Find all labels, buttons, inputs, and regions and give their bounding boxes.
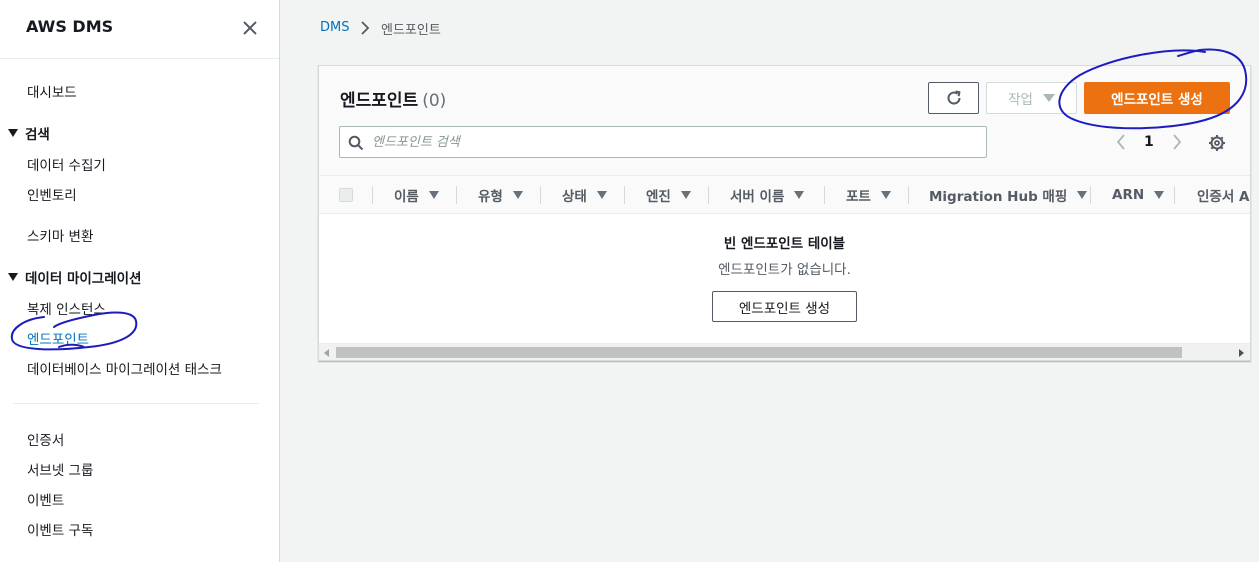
column-divider [824,186,825,204]
column-header-status[interactable]: 상태 [562,176,607,213]
chevron-right-icon [359,20,371,35]
sidebar-item-events[interactable]: 이벤트 [27,489,64,509]
search-icon [348,135,364,151]
actions-dropdown[interactable]: 작업 [986,82,1077,114]
breadcrumb-current: 엔드포인트 [381,23,441,38]
sidebar-item-migration-tasks[interactable]: 데이터베이스 마이그레이션 태스크 [27,358,222,378]
search-field[interactable] [339,126,987,158]
app-root: AWS DMS 대시보드 검색 데이터 수집기 인벤토리 스키마 변환 데이터 … [0,0,1259,562]
sidebar-item-schema-conversion[interactable]: 스키마 변환 [27,225,93,245]
refresh-button[interactable] [928,82,979,114]
chevron-right-icon[interactable] [1170,133,1184,151]
column-header-certificate[interactable]: 인증서 A [1197,176,1249,213]
sidebar-item-certificates[interactable]: 인증서 [27,429,64,449]
empty-state-title: 빈 엔드포인트 테이블 [723,236,846,252]
sort-icon [1154,190,1165,199]
column-divider [1090,186,1091,204]
column-label: 유형 [478,188,503,205]
column-header-migration-hub[interactable]: Migration Hub 매핑 [929,176,1088,213]
caret-down-icon [8,129,18,137]
caret-down-icon [8,273,18,281]
sort-icon [1077,190,1088,199]
sidebar-item-subnet-groups[interactable]: 서브넷 그룹 [27,459,93,479]
panel-title-text: 엔드포인트 [340,91,419,111]
close-icon[interactable] [240,18,260,38]
column-divider [540,186,541,204]
sidebar-header: AWS DMS [0,0,279,59]
column-divider [456,186,457,204]
chevron-left-icon[interactable] [1114,133,1128,151]
horizontal-scrollbar[interactable] [319,343,1250,360]
column-label: 인증서 A [1197,188,1250,205]
sort-icon [428,190,439,199]
sidebar-section-label: 데이터 마이그레이션 [25,271,142,287]
column-header-engine[interactable]: 엔진 [646,176,691,213]
column-divider [372,186,373,204]
column-divider [1174,186,1175,204]
caret-down-icon [1042,94,1055,102]
sidebar: AWS DMS 대시보드 검색 데이터 수집기 인벤토리 스키마 변환 데이터 … [0,0,280,562]
sidebar-section-label: 검색 [25,127,50,143]
sidebar-item-data-collectors[interactable]: 데이터 수집기 [27,154,106,174]
endpoints-panel: 엔드포인트(0) 작업 엔드포인트 생성 1 [318,65,1251,361]
page-title: 엔드포인트 (0) [340,86,446,111]
sidebar-item-event-subscriptions[interactable]: 이벤트 구독 [27,519,93,539]
scroll-left-icon[interactable] [324,349,329,357]
column-label: ARN [1112,186,1145,203]
column-label: 상태 [562,188,587,205]
endpoint-count: (0) [422,91,447,111]
column-header-server-name[interactable]: 서버 이름 [730,176,805,213]
column-divider [624,186,625,204]
page-number[interactable]: 1 [1144,134,1154,150]
sidebar-item-inventory[interactable]: 인벤토리 [27,184,77,204]
column-label: 서버 이름 [730,188,785,205]
column-label: 엔진 [646,188,671,205]
empty-state-description: 엔드포인트가 없습니다. [718,262,851,278]
sort-icon [512,190,523,199]
sidebar-title: AWS DMS [26,17,114,36]
refresh-icon [947,90,961,105]
sidebar-item-endpoints[interactable]: 엔드포인트 [27,328,89,348]
column-header-port[interactable]: 포트 [846,176,891,213]
column-header-name[interactable]: 이름 [394,176,439,213]
create-endpoint-button[interactable]: 엔드포인트 생성 [1084,82,1230,114]
scroll-right-icon[interactable] [1239,349,1244,357]
table-header: 이름 유형 상태 엔진 서버 이름 포트 Migration Hub 매핑 AR… [319,175,1250,214]
settings-gear-icon[interactable] [1207,133,1227,153]
scrollbar-thumb[interactable] [336,347,1182,358]
column-label: 이름 [394,188,419,205]
sort-icon [680,190,691,199]
sidebar-section-discover[interactable]: 검색 [8,123,50,143]
actions-label: 작업 [1008,92,1033,108]
sort-icon [880,190,891,199]
column-header-type[interactable]: 유형 [478,176,523,213]
select-all-checkbox [339,188,353,202]
column-divider [708,186,709,204]
column-divider [908,186,909,204]
sidebar-item-replication-instances[interactable]: 복제 인스턴스 [27,298,106,318]
sidebar-divider [13,403,259,404]
sidebar-section-migrate[interactable]: 데이터 마이그레이션 [8,267,141,287]
sort-icon [596,190,607,199]
column-label: 포트 [846,188,871,205]
sidebar-item-dashboard[interactable]: 대시보드 [27,81,77,101]
search-input[interactable] [372,130,972,154]
sort-icon [794,190,805,199]
breadcrumb-root-link[interactable]: DMS [320,20,349,35]
column-label: Migration Hub 매핑 [929,188,1068,205]
empty-create-endpoint-button[interactable]: 엔드포인트 생성 [712,291,857,322]
column-header-arn[interactable]: ARN [1112,176,1165,213]
